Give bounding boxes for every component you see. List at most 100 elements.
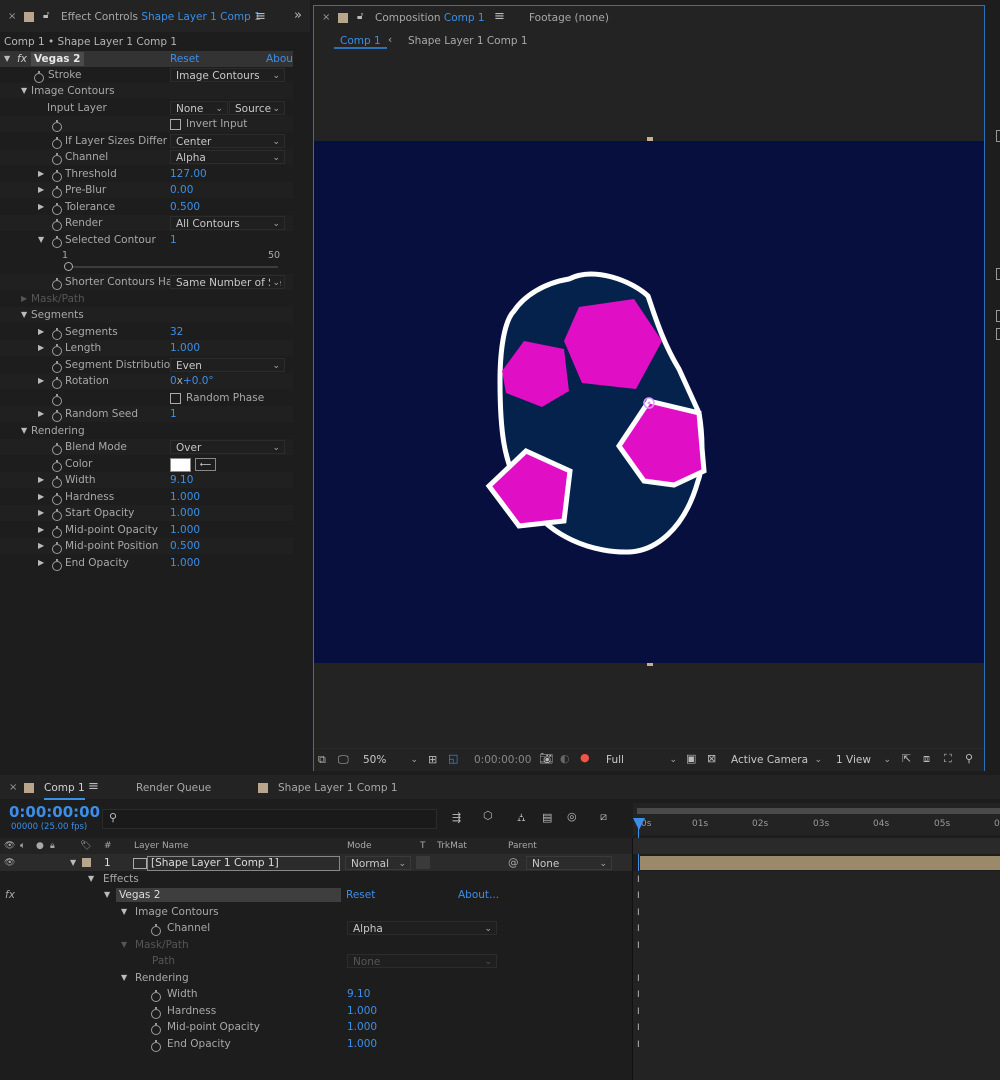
fast-previews-icon[interactable]: ⧈	[923, 752, 930, 766]
timeline-timecode[interactable]: 0:00:00:00	[9, 803, 100, 821]
stopwatch-icon[interactable]	[52, 137, 62, 149]
if-layer-sizes-dropdown[interactable]: Center ⌄	[170, 134, 285, 148]
track-area[interactable]	[633, 871, 1000, 1080]
expand-triangle-icon[interactable]: ▶	[38, 538, 48, 554]
segments-value[interactable]: 32	[170, 324, 183, 340]
side-control[interactable]	[996, 268, 1000, 280]
eye-icon[interactable]: 👁︎	[4, 838, 15, 854]
collapse-triangle-icon[interactable]: ▼	[21, 307, 31, 323]
selected-contour-value[interactable]: 1	[170, 232, 177, 248]
stopwatch-icon[interactable]	[151, 1040, 161, 1052]
collapse-triangle-icon[interactable]: ▼	[70, 855, 80, 871]
stopwatch-icon[interactable]	[151, 1023, 161, 1035]
expand-triangle-icon[interactable]: ▶	[38, 555, 48, 571]
expand-triangle-icon[interactable]: ▼	[21, 83, 31, 99]
draft-3d-icon[interactable]: ⬡	[483, 809, 493, 822]
expand-triangle-icon[interactable]: ▶	[38, 373, 48, 389]
slider-handle[interactable]	[64, 262, 73, 271]
views-dropdown[interactable]: 1 View ⌄	[831, 753, 895, 767]
rotation-value[interactable]: 0x+0.0°	[170, 373, 214, 389]
stopwatch-icon[interactable]	[52, 460, 62, 472]
width-value[interactable]: 9.10	[170, 472, 193, 488]
mask-path-group[interactable]: ▶ Mask/Path	[0, 291, 293, 307]
show-snapshot-icon[interactable]: ◐	[560, 752, 570, 765]
effect-about-link[interactable]: About...	[458, 887, 499, 903]
stopwatch-icon[interactable]	[52, 526, 62, 538]
fit-icon[interactable]: ⊞	[428, 753, 437, 766]
keyframe-marker-icon[interactable]: I	[637, 974, 640, 984]
close-icon[interactable]: ×	[322, 12, 330, 23]
stopwatch-icon[interactable]	[52, 203, 62, 215]
reset-exposure-icon[interactable]: ⚲	[965, 752, 973, 765]
timeline-search-input[interactable]: ⚲	[102, 809, 437, 829]
expand-triangle-icon[interactable]: ▶	[38, 340, 48, 356]
layer-row[interactable]: 👁︎ ▼ 1 [Shape Layer 1 Comp 1] Normal ⌄ @ …	[0, 855, 632, 871]
hardness-value[interactable]: 1.000	[347, 1003, 377, 1019]
lock-icon[interactable]: 🔒︎	[50, 838, 55, 854]
region-of-interest-icon[interactable]: ▣	[686, 752, 696, 765]
random-seed-value[interactable]: 1	[170, 406, 177, 422]
stopwatch-icon[interactable]	[52, 410, 62, 422]
channel-dropdown[interactable]: Alpha ⌄	[170, 150, 285, 164]
flowchart-icon[interactable]: ⛶	[944, 752, 952, 766]
collapse-triangle-icon[interactable]: ▼	[121, 904, 131, 920]
close-icon[interactable]: ×	[9, 782, 17, 793]
col-parent[interactable]: Parent	[508, 838, 537, 854]
comp-mini-flowchart-icon[interactable]: ⇶	[452, 811, 461, 824]
camera-dropdown[interactable]: Active Camera ⌄	[726, 753, 826, 767]
eyedropper-icon[interactable]: ⟵	[195, 458, 216, 471]
input-layer-source-dropdown[interactable]: Source ⌄	[229, 101, 285, 115]
pickwhip-icon[interactable]: @	[508, 855, 519, 871]
hamburger-menu-icon[interactable]: ≡	[494, 9, 505, 24]
stopwatch-icon[interactable]	[52, 476, 62, 488]
stopwatch-icon[interactable]	[52, 394, 62, 406]
expand-triangle-icon[interactable]: ▶	[38, 505, 48, 521]
path-dropdown[interactable]: None ⌄	[347, 954, 497, 968]
render-dropdown[interactable]: All Contours ⌄	[170, 216, 285, 230]
fx-icon[interactable]: fx	[17, 51, 27, 67]
stopwatch-icon[interactable]	[52, 278, 62, 290]
collapse-triangle-icon[interactable]: ▼	[4, 51, 14, 67]
segment-distribution-dropdown[interactable]: Even ⌄	[170, 358, 285, 372]
collapse-triangle-icon[interactable]: ▼	[88, 871, 98, 887]
keyframe-marker-icon[interactable]: I	[637, 1023, 640, 1033]
always-preview-icon[interactable]: ⧉	[318, 753, 326, 767]
color-channels-icon[interactable]: ●	[580, 751, 590, 764]
effect-header-row[interactable]: ▼ fx Vegas 2 Reset Abou	[0, 51, 293, 67]
reset-link[interactable]: Reset	[170, 51, 199, 67]
render-queue-tab[interactable]: Render Queue	[136, 782, 211, 794]
stopwatch-icon[interactable]	[52, 186, 62, 198]
footage-tab[interactable]: Footage (none)	[529, 12, 609, 24]
effect-name[interactable]: Vegas 2	[116, 888, 341, 902]
work-area-bar[interactable]	[637, 808, 1000, 814]
transparency-grid-icon[interactable]: ⊠	[707, 752, 716, 765]
timeline-tab-comp[interactable]: Comp 1	[44, 782, 85, 800]
threshold-value[interactable]: 127.00	[170, 166, 207, 182]
solo-icon[interactable]: ●	[36, 838, 44, 854]
stopwatch-icon[interactable]	[52, 219, 62, 231]
side-control[interactable]	[996, 130, 1000, 142]
stopwatch-icon[interactable]	[52, 509, 62, 521]
stopwatch-icon[interactable]	[52, 236, 62, 248]
rotation-revolutions[interactable]: 0	[170, 375, 177, 387]
playhead-handle[interactable]	[633, 818, 645, 830]
midpoint-opacity-value[interactable]: 1.000	[347, 1019, 377, 1035]
tolerance-value[interactable]: 0.500	[170, 199, 200, 215]
layer-mode-dropdown[interactable]: Normal ⌄	[345, 856, 411, 870]
lock-icon[interactable]: 🔓︎	[357, 11, 363, 22]
stopwatch-icon[interactable]	[52, 361, 62, 373]
layer-name[interactable]: [Shape Layer 1 Comp 1]	[147, 856, 340, 871]
stopwatch-icon[interactable]	[52, 542, 62, 554]
col-layer-name[interactable]: Layer Name	[134, 838, 189, 854]
start-opacity-value[interactable]: 1.000	[170, 505, 200, 521]
expand-triangle-icon[interactable]: ▶	[38, 406, 48, 422]
mask-path-group-row[interactable]: ▼ Mask/Path	[0, 937, 632, 953]
expand-triangle-icon[interactable]: ▶	[38, 522, 48, 538]
time-ruler[interactable]: 0s 01s 02s 03s 04s 05s 0	[633, 803, 1000, 835]
effect-controls-tab[interactable]: Effect Controls Shape Layer 1 Comp 1	[61, 11, 261, 23]
collapse-triangle-icon[interactable]: ▼	[121, 970, 131, 986]
graph-editor-icon[interactable]: ⧄	[600, 810, 607, 824]
keyframe-marker-icon[interactable]: I	[637, 875, 640, 885]
resolution-dropdown[interactable]: Full ⌄	[601, 753, 681, 767]
lock-icon[interactable]: 🔓︎	[43, 10, 49, 21]
